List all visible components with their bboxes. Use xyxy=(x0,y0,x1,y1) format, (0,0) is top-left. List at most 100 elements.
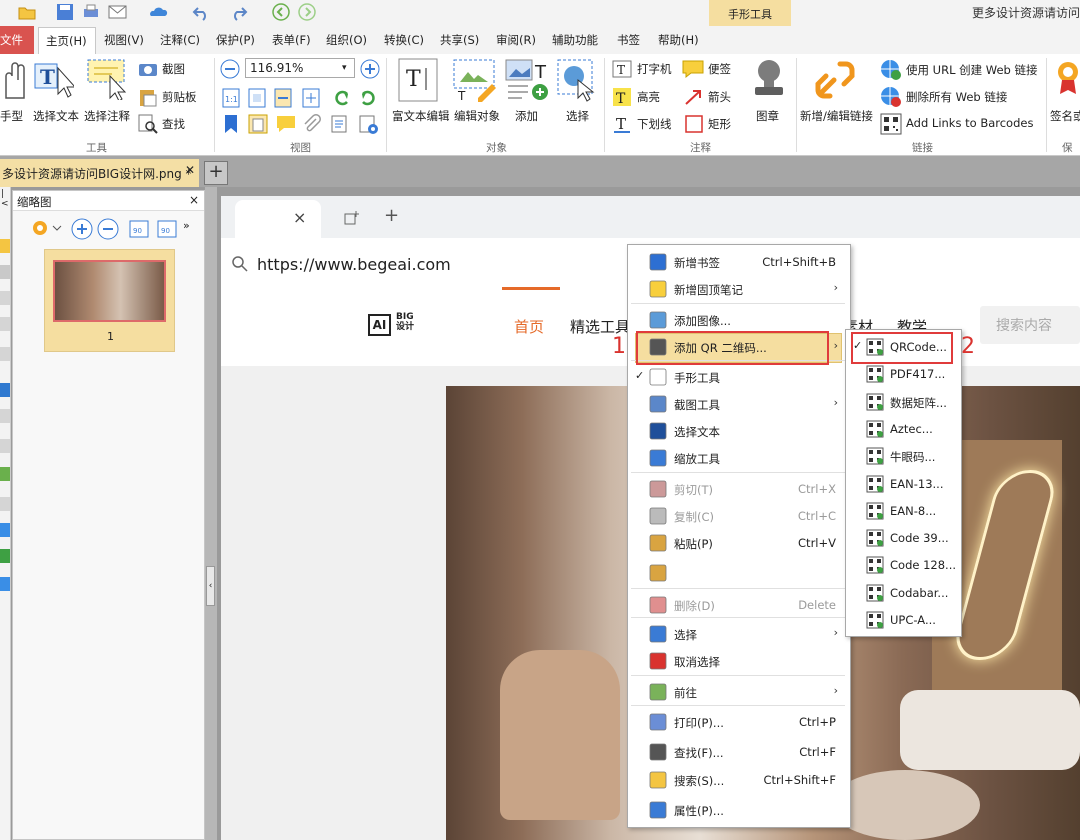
arrow-label[interactable]: 箭头 xyxy=(708,89,731,105)
new-tab-button[interactable]: + xyxy=(204,161,228,185)
qr-submenu-item[interactable]: PDF417... xyxy=(846,361,961,388)
sign-icon[interactable] xyxy=(1056,60,1080,103)
stamp-icon[interactable] xyxy=(752,58,786,105)
delete-web-links-label[interactable]: 删除所有 Web 链接 xyxy=(906,89,1007,105)
bookmark-icon[interactable] xyxy=(222,114,240,137)
qr-submenu-item[interactable]: EAN-13... xyxy=(846,471,961,498)
fit-visible-icon[interactable] xyxy=(302,88,320,111)
barcode-link-icon[interactable] xyxy=(880,113,902,138)
select-annotation-label[interactable]: 选择注释 xyxy=(84,108,130,124)
security-panel-icon[interactable] xyxy=(0,549,10,563)
select-text-icon[interactable]: T xyxy=(34,60,77,103)
rich-text-edit-label[interactable]: 富文本编辑 xyxy=(392,108,450,124)
close-icon[interactable]: × xyxy=(189,193,199,207)
arrow-icon[interactable] xyxy=(684,88,704,109)
tab-convert[interactable]: 转换(C) xyxy=(384,32,424,48)
bookmark-panel-icon[interactable] xyxy=(0,265,10,279)
tab-form[interactable]: 表单(F) xyxy=(272,32,311,48)
rich-text-edit-icon[interactable]: T xyxy=(398,58,438,105)
fit-width-icon[interactable] xyxy=(274,88,292,111)
select-text-label[interactable]: 选择文本 xyxy=(33,108,79,124)
context-menu-item[interactable] xyxy=(628,560,850,586)
tab-help[interactable]: 帮助(H) xyxy=(658,32,699,48)
qr-submenu-item[interactable]: 牛眼码... xyxy=(846,443,961,470)
fit-page-icon[interactable] xyxy=(248,88,266,111)
context-menu-item[interactable]: 选择 › xyxy=(628,621,850,647)
tab-share[interactable]: 共享(S) xyxy=(440,32,479,48)
context-menu-item[interactable]: 新增书签 Ctrl+Shift+B xyxy=(628,249,850,275)
attachment-panel-icon[interactable] xyxy=(0,291,10,305)
page-thumbnail[interactable]: 1 xyxy=(44,249,175,352)
link-panel-icon[interactable] xyxy=(0,383,10,397)
tag-panel-icon[interactable] xyxy=(0,409,10,423)
collapse-icon[interactable]: |< xyxy=(1,189,10,209)
panel-splitter[interactable] xyxy=(205,187,217,840)
forward-icon[interactable] xyxy=(298,3,316,21)
email-icon[interactable] xyxy=(108,3,127,21)
select-annotation-icon[interactable] xyxy=(86,58,130,103)
add-object-icon[interactable]: T xyxy=(504,58,550,105)
comments-panel-icon[interactable] xyxy=(276,114,296,137)
qr-submenu-item[interactable]: Code 128... xyxy=(846,552,961,579)
save-icon[interactable] xyxy=(56,3,74,21)
edit-object-label[interactable]: 编辑对象 xyxy=(454,108,500,124)
tab-organize[interactable]: 组织(O) xyxy=(326,32,367,48)
comments-panel-icon[interactable] xyxy=(0,347,10,361)
hand-tool-label[interactable]: 手型 xyxy=(0,108,23,124)
tab-home[interactable]: 主页(H) xyxy=(38,27,96,54)
screenshot-label[interactable]: 截图 xyxy=(162,61,185,77)
rotate-left-icon[interactable] xyxy=(332,88,352,111)
select-object-label[interactable]: 选择 xyxy=(566,108,589,124)
layers-icon[interactable] xyxy=(330,114,350,137)
open-folder-icon[interactable] xyxy=(18,3,36,21)
screenshot-icon[interactable] xyxy=(138,61,158,80)
context-menu-item[interactable]: 添加图像... xyxy=(628,307,850,333)
new-edit-link-label[interactable]: 新增/编辑链接 xyxy=(800,108,873,124)
qr-submenu-item[interactable]: Code 39... xyxy=(846,525,961,552)
underline-icon[interactable]: T xyxy=(612,114,632,137)
stamp-label[interactable]: 图章 xyxy=(756,108,779,124)
context-menu-item[interactable]: 查找(F)... Ctrl+F xyxy=(628,739,850,765)
pages-panel-icon[interactable] xyxy=(0,239,10,253)
order-panel-icon[interactable] xyxy=(0,523,10,537)
edit-object-icon[interactable]: T xyxy=(452,58,498,105)
back-icon[interactable] xyxy=(272,3,290,21)
tab-review[interactable]: 审阅(R) xyxy=(496,32,536,48)
note-label[interactable]: 便签 xyxy=(708,61,731,77)
collapse-handle-icon[interactable]: ‹ xyxy=(206,566,215,606)
rotate-right-icon[interactable] xyxy=(358,88,378,111)
tab-view[interactable]: 视图(V) xyxy=(104,32,144,48)
context-menu-item[interactable]: 缩放工具 xyxy=(628,445,850,471)
tab-accessibility[interactable]: 辅助功能 xyxy=(552,32,598,48)
create-web-links-label[interactable]: 使用 URL 创建 Web 链接 xyxy=(906,62,1038,78)
context-menu-item[interactable]: 属性(P)... xyxy=(628,797,850,823)
layers-panel-icon[interactable] xyxy=(0,317,10,331)
context-menu-item[interactable]: 新增固顶笔记 › xyxy=(628,276,850,302)
redo-icon[interactable] xyxy=(230,3,248,21)
chevron-down-icon[interactable]: ▾ xyxy=(342,63,347,73)
content-panel-icon[interactable] xyxy=(0,497,10,511)
add-object-label[interactable]: 添加 xyxy=(515,108,538,124)
zoom-in-icon[interactable] xyxy=(360,59,380,82)
more-icon[interactable]: » xyxy=(183,219,190,232)
find-label[interactable]: 查找 xyxy=(162,116,185,132)
hand-tool-icon[interactable] xyxy=(0,58,26,107)
zoom-in-icon[interactable] xyxy=(71,218,93,243)
tab-comment[interactable]: 注释(C) xyxy=(160,32,200,48)
sign-label[interactable]: 签名或 xyxy=(1050,108,1080,124)
tab-file[interactable]: 文件 xyxy=(0,26,34,54)
typewriter-icon[interactable]: T xyxy=(612,60,632,81)
close-icon[interactable]: ✕ xyxy=(185,163,195,177)
rotate-ccw-icon[interactable]: 90 xyxy=(127,218,151,243)
context-menu-item[interactable]: 粘贴(P) Ctrl+V xyxy=(628,530,850,556)
attachments-icon[interactable] xyxy=(302,114,322,137)
print-icon[interactable] xyxy=(82,3,100,21)
zoom-out-icon[interactable] xyxy=(220,59,240,82)
rotate-cw-icon[interactable]: 90 xyxy=(155,218,179,243)
document-tab[interactable]: 多设计资源请访问BIG设计网.png * ✕ xyxy=(0,159,199,187)
cloud-icon[interactable] xyxy=(148,3,168,21)
clipboard-icon[interactable] xyxy=(138,87,158,110)
rectangle-icon[interactable] xyxy=(684,114,704,137)
zoom-out-icon[interactable] xyxy=(97,218,119,243)
add-links-barcodes-label[interactable]: Add Links to Barcodes xyxy=(906,116,1033,130)
